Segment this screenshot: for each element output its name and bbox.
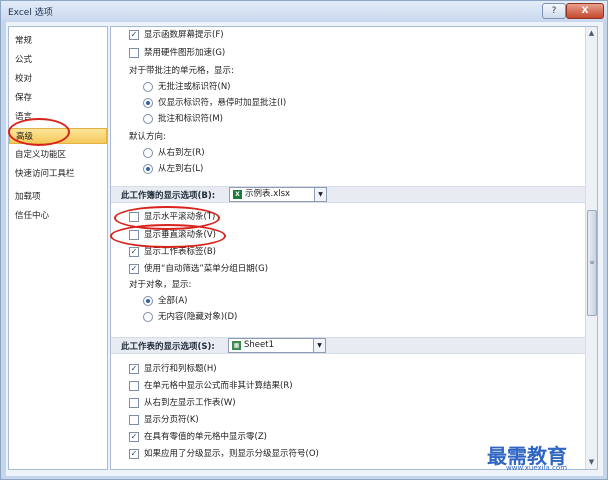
option-show-zero[interactable]: ✓ 在具有零值的单元格中显示零(Z) — [129, 431, 267, 443]
radio-button[interactable] — [143, 81, 153, 92]
advanced-options-panel: ✓ 显示函数屏幕提示(F) 禁用硬件图形加速(G) 对于带批注的单元格，显示: 无… — [110, 26, 598, 470]
radio-objects-hidden[interactable]: 无内容(隐藏对象)(D) — [143, 311, 237, 323]
checkbox-checked[interactable]: ✓ — [129, 363, 139, 374]
radio-objects-all[interactable]: 全部(A) — [143, 295, 187, 307]
radio-button-selected[interactable] — [143, 97, 153, 108]
option-label: 批注和标识符(M) — [158, 114, 223, 124]
workbook-select[interactable]: X 示例表.xlsx ▼ — [229, 187, 327, 202]
option-row-col-headers[interactable]: ✓ 显示行和列标题(H) — [129, 363, 217, 375]
nav-item-general[interactable]: 常规 — [9, 33, 107, 49]
option-label: 如果应用了分级显示，则显示分级显示符号(O) — [144, 449, 319, 459]
category-nav: 常规 公式 校对 保存 语言 高级 自定义功能区 快速访问工具栏 加载项 信任中… — [8, 26, 108, 470]
nav-item-formulas[interactable]: 公式 — [9, 52, 107, 68]
close-button[interactable]: X — [566, 3, 604, 19]
radio-left-to-right[interactable]: 从左到右(L) — [143, 163, 203, 175]
radio-indicators-only[interactable]: 仅显示标识符，悬停时加显批注(I) — [143, 97, 286, 109]
option-disable-hw-accel[interactable]: 禁用硬件图形加速(G) — [129, 47, 225, 59]
checkbox-checked[interactable]: ✓ — [129, 431, 139, 442]
option-label: 从右到左(R) — [158, 148, 205, 158]
radio-button-selected[interactable] — [143, 295, 153, 306]
comment-display-heading: 对于带批注的单元格，显示: — [129, 66, 234, 76]
nav-item-trust-center[interactable]: 信任中心 — [9, 208, 107, 224]
radio-right-to-left[interactable]: 从右到左(R) — [143, 147, 205, 159]
checkbox-unchecked[interactable] — [129, 380, 139, 391]
option-label: 显示分页符(K) — [144, 415, 199, 425]
checkbox-checked[interactable]: ✓ — [129, 29, 139, 40]
worksheet-icon: ▦ — [232, 341, 241, 350]
option-label: 显示函数屏幕提示(F) — [144, 30, 224, 40]
title-bar[interactable]: Excel 选项 ? X — [1, 1, 607, 21]
option-label: 在具有零值的单元格中显示零(Z) — [144, 432, 267, 442]
radio-button[interactable] — [143, 147, 153, 158]
watermark-url: www.xuexila.com — [506, 464, 568, 472]
objects-display-heading: 对于对象，显示: — [129, 280, 192, 290]
option-autofilter-group-dates[interactable]: ✓ 使用“自动筛选”菜单分组日期(G) — [129, 263, 268, 275]
checkbox-unchecked[interactable] — [129, 397, 139, 408]
radio-button[interactable] — [143, 311, 153, 322]
option-label: 显示行和列标题(H) — [144, 364, 217, 374]
dialog-body: 常规 公式 校对 保存 语言 高级 自定义功能区 快速访问工具栏 加载项 信任中… — [6, 22, 603, 476]
scroll-down-arrow-icon[interactable]: ▼ — [587, 457, 596, 467]
annotation-circle-advanced — [8, 118, 70, 146]
direction-heading: 默认方向: — [129, 132, 166, 142]
window-title: Excel 选项 — [8, 8, 53, 18]
help-button[interactable]: ? — [542, 3, 566, 19]
option-label: 在单元格中显示公式而非其计算结果(R) — [144, 381, 293, 391]
option-page-breaks[interactable]: 显示分页符(K) — [129, 414, 199, 426]
nav-item-customize-ribbon[interactable]: 自定义功能区 — [9, 147, 107, 163]
scroll-up-arrow-icon[interactable]: ▲ — [587, 28, 596, 38]
excel-options-window: Excel 选项 ? X 常规 公式 校对 保存 语言 高级 自定义功能区 快速… — [0, 0, 608, 480]
nav-item-save[interactable]: 保存 — [9, 90, 107, 106]
nav-item-proofing[interactable]: 校对 — [9, 71, 107, 87]
workbook-select-value: 示例表.xlsx — [245, 189, 291, 199]
option-label: 全部(A) — [158, 296, 188, 306]
checkbox-unchecked[interactable] — [129, 47, 139, 58]
radio-comments-and-indicators[interactable]: 批注和标识符(M) — [143, 113, 223, 125]
checkbox-checked[interactable]: ✓ — [129, 263, 139, 274]
option-label: 仅显示标识符，悬停时加显批注(I) — [158, 98, 287, 108]
worksheet-select[interactable]: ▦ Sheet1 ▼ — [228, 338, 326, 353]
checkbox-checked[interactable]: ✓ — [129, 246, 139, 257]
checkbox-unchecked[interactable] — [129, 414, 139, 425]
worksheet-section-label: 此工作表的显示选项(S): — [121, 342, 215, 352]
chevron-down-icon[interactable]: ▼ — [313, 339, 325, 352]
nav-item-quick-access-toolbar[interactable]: 快速访问工具栏 — [9, 166, 107, 182]
checkbox-checked[interactable]: ✓ — [129, 448, 139, 459]
annotation-circle-vertical-scrollbar — [110, 224, 226, 248]
option-sheet-rtl[interactable]: 从右到左显示工作表(W) — [129, 397, 236, 409]
options-scrollbar[interactable]: ▲ ≡ ▼ — [585, 27, 597, 469]
radio-button[interactable] — [143, 113, 153, 124]
excel-file-icon: X — [233, 190, 242, 199]
worksheet-select-value: Sheet1 — [244, 340, 274, 350]
chevron-down-icon[interactable]: ▼ — [314, 188, 326, 201]
option-label: 使用“自动筛选”菜单分组日期(G) — [144, 264, 269, 274]
option-label: 禁用硬件图形加速(G) — [144, 48, 226, 58]
radio-button-selected[interactable] — [143, 163, 153, 174]
nav-item-add-ins[interactable]: 加载项 — [9, 189, 107, 205]
option-label: 从右到左显示工作表(W) — [144, 398, 236, 408]
option-show-formulas[interactable]: 在单元格中显示公式而非其计算结果(R) — [129, 380, 293, 392]
option-label: 无批注或标识符(N) — [158, 82, 231, 92]
radio-no-comments[interactable]: 无批注或标识符(N) — [143, 81, 231, 93]
workbook-display-section: 此工作簿的显示选项(B): X 示例表.xlsx ▼ — [111, 186, 585, 203]
option-label: 从左到右(L) — [158, 164, 204, 174]
option-formula-tips[interactable]: ✓ 显示函数屏幕提示(F) — [129, 29, 224, 41]
option-outline-symbols[interactable]: ✓ 如果应用了分级显示，则显示分级显示符号(O) — [129, 448, 319, 460]
scrollbar-thumb[interactable]: ≡ — [587, 210, 597, 316]
worksheet-display-section: 此工作表的显示选项(S): ▦ Sheet1 ▼ — [111, 337, 585, 354]
option-label: 显示工作表标签(B) — [144, 247, 216, 257]
option-label: 无内容(隐藏对象)(D) — [158, 312, 238, 322]
grip-icon: ≡ — [589, 259, 595, 266]
workbook-section-label: 此工作簿的显示选项(B): — [121, 191, 216, 201]
